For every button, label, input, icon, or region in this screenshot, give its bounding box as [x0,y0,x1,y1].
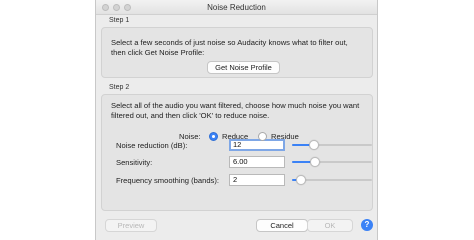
help-icon[interactable]: ? [361,219,373,231]
step2-group: Select all of the audio you want filtere… [101,94,373,211]
sensitivity-field[interactable]: 6.00 [229,156,285,168]
step2-label: Step 2 [109,84,130,91]
get-noise-profile-button[interactable]: Get Noise Profile [207,61,280,74]
frequency-smoothing-label: Frequency smoothing (bands): [116,176,219,185]
step2-description: Select all of the audio you want filtere… [111,101,360,120]
sensitivity-label: Sensitivity: [116,158,153,167]
window-title: Noise Reduction [207,3,266,12]
reduce-radio[interactable] [209,132,218,141]
sensitivity-slider[interactable] [292,157,372,167]
preview-button[interactable]: Preview [105,219,157,232]
residue-radio-label[interactable]: Residue [271,132,299,141]
reduce-radio-label[interactable]: Reduce [222,132,248,141]
slider-thumb[interactable] [296,175,307,185]
frequency-smoothing-field[interactable]: 2 [229,174,285,186]
title-bar: Noise Reduction [96,0,377,15]
noise-reduction-label: Noise reduction (dB): [116,141,188,150]
step1-description: Select a few seconds of just noise so Au… [111,38,348,57]
noise-reduction-dialog: Noise Reduction Step 1 Select a few seco… [95,0,378,240]
cancel-button[interactable]: Cancel [256,219,308,232]
ok-button[interactable]: OK [307,219,353,232]
residue-radio[interactable] [258,132,267,141]
slider-thumb[interactable] [309,157,320,167]
frequency-smoothing-slider[interactable] [292,175,372,185]
noise-mode-group: Noise: Reduce Residue [96,131,379,141]
noise-reduction-slider[interactable] [292,140,372,150]
step1-group: Select a few seconds of just noise so Au… [101,27,373,78]
step1-label: Step 1 [109,17,130,24]
noise-label: Noise: [179,132,201,141]
slider-thumb[interactable] [308,140,319,150]
